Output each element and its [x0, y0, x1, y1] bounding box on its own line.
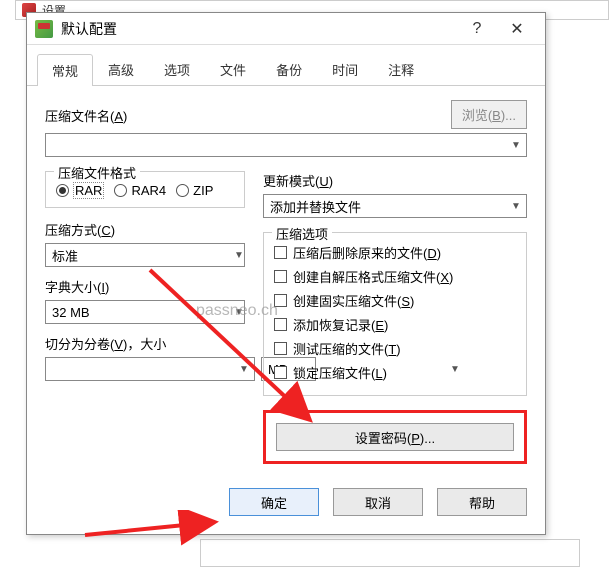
radio-zip[interactable]: ZIP — [176, 182, 213, 199]
checkbox-label: 创建固实压缩文件(S) — [293, 291, 414, 310]
checkbox-option-5[interactable]: 锁定压缩文件(L) — [274, 363, 516, 382]
checkbox-label: 压缩后删除原来的文件(D) — [293, 243, 441, 262]
checkbox-option-3[interactable]: 添加恢复记录(E) — [274, 315, 516, 334]
archive-format-title: 压缩文件格式 — [54, 163, 140, 182]
archive-name-combo[interactable]: ▼ — [45, 133, 527, 157]
watermark-text: passneo.ch — [196, 302, 278, 320]
help-button-bottom[interactable]: 帮助 — [437, 488, 527, 516]
compression-method-label: 压缩方式(C) — [45, 220, 245, 239]
winrar-dialog-icon — [35, 20, 53, 38]
dictionary-size-label: 字典大小(I) — [45, 277, 245, 296]
cancel-button[interactable]: 取消 — [333, 488, 423, 516]
checkbox-option-4[interactable]: 测试压缩的文件(T) — [274, 339, 516, 358]
checkbox-label: 锁定压缩文件(L) — [293, 363, 387, 382]
highlight-annotation: 设置密码(P)... — [263, 410, 527, 464]
help-button[interactable]: ? — [457, 15, 497, 43]
checkbox-label: 创建自解压格式压缩文件(X) — [293, 267, 453, 286]
tab-backup[interactable]: 备份 — [261, 53, 317, 85]
radio-rar4[interactable]: RAR4 — [114, 182, 166, 199]
tab-general[interactable]: 常规 — [37, 54, 93, 86]
archive-name-label: 压缩文件名(A) — [45, 106, 445, 125]
radio-icon — [114, 184, 127, 197]
background-bottom-fragment — [200, 539, 580, 567]
set-password-button[interactable]: 设置密码(P)... — [276, 423, 514, 451]
chevron-down-icon: ▼ — [506, 140, 526, 151]
compression-method-combo[interactable]: ▼ — [45, 243, 245, 267]
split-volumes-label: 切分为分卷(V)，大小 — [45, 334, 245, 353]
split-size-combo[interactable]: ▼ — [45, 357, 255, 381]
radio-icon — [176, 184, 189, 197]
checkbox-label: 测试压缩的文件(T) — [293, 339, 401, 358]
checkbox-icon — [274, 342, 287, 355]
browse-button[interactable]: 浏览(B)... — [451, 100, 527, 129]
radio-rar[interactable]: RAR — [56, 182, 104, 199]
chevron-down-icon: ▼ — [234, 364, 254, 375]
checkbox-icon — [274, 366, 287, 379]
ok-button[interactable]: 确定 — [229, 488, 319, 516]
update-mode-combo[interactable]: ▼ — [263, 194, 527, 218]
archiving-options-title: 压缩选项 — [272, 224, 332, 243]
checkbox-option-2[interactable]: 创建固实压缩文件(S) — [274, 291, 516, 310]
archive-format-group: 压缩文件格式 RAR RAR4 ZIP — [45, 171, 245, 208]
checkbox-option-1[interactable]: 创建自解压格式压缩文件(X) — [274, 267, 516, 286]
split-size-input[interactable] — [46, 362, 234, 377]
checkbox-icon — [274, 246, 287, 259]
compression-method-value[interactable] — [46, 248, 234, 263]
chevron-down-icon: ▼ — [506, 201, 526, 212]
tab-time[interactable]: 时间 — [317, 53, 373, 85]
tab-files[interactable]: 文件 — [205, 53, 261, 85]
checkbox-label: 添加恢复记录(E) — [293, 315, 388, 334]
update-mode-value[interactable] — [264, 199, 506, 214]
dialog-button-row: 确定 取消 帮助 — [27, 474, 545, 534]
dialog-titlebar: 默认配置 ? ✕ — [27, 13, 545, 45]
archiving-options-group: 压缩选项 压缩后删除原来的文件(D)创建自解压格式压缩文件(X)创建固实压缩文件… — [263, 232, 527, 396]
checkbox-icon — [274, 270, 287, 283]
checkbox-option-0[interactable]: 压缩后删除原来的文件(D) — [274, 243, 516, 262]
update-mode-label: 更新模式(U) — [263, 171, 527, 190]
close-button[interactable]: ✕ — [497, 15, 537, 43]
chevron-down-icon: ▼ — [234, 250, 244, 261]
tab-advanced[interactable]: 高级 — [93, 53, 149, 85]
dialog-title: 默认配置 — [61, 19, 457, 39]
default-profile-dialog: 默认配置 ? ✕ 常规 高级 选项 文件 备份 时间 注释 压缩文件名(A) 浏… — [26, 12, 546, 535]
tab-comment[interactable]: 注释 — [373, 53, 429, 85]
tab-options[interactable]: 选项 — [149, 53, 205, 85]
tab-content: 压缩文件名(A) 浏览(B)... ▼ 压缩文件格式 RAR — [27, 86, 545, 474]
radio-icon — [56, 184, 69, 197]
archive-name-input[interactable] — [46, 138, 506, 153]
tab-strip: 常规 高级 选项 文件 备份 时间 注释 — [27, 45, 545, 86]
